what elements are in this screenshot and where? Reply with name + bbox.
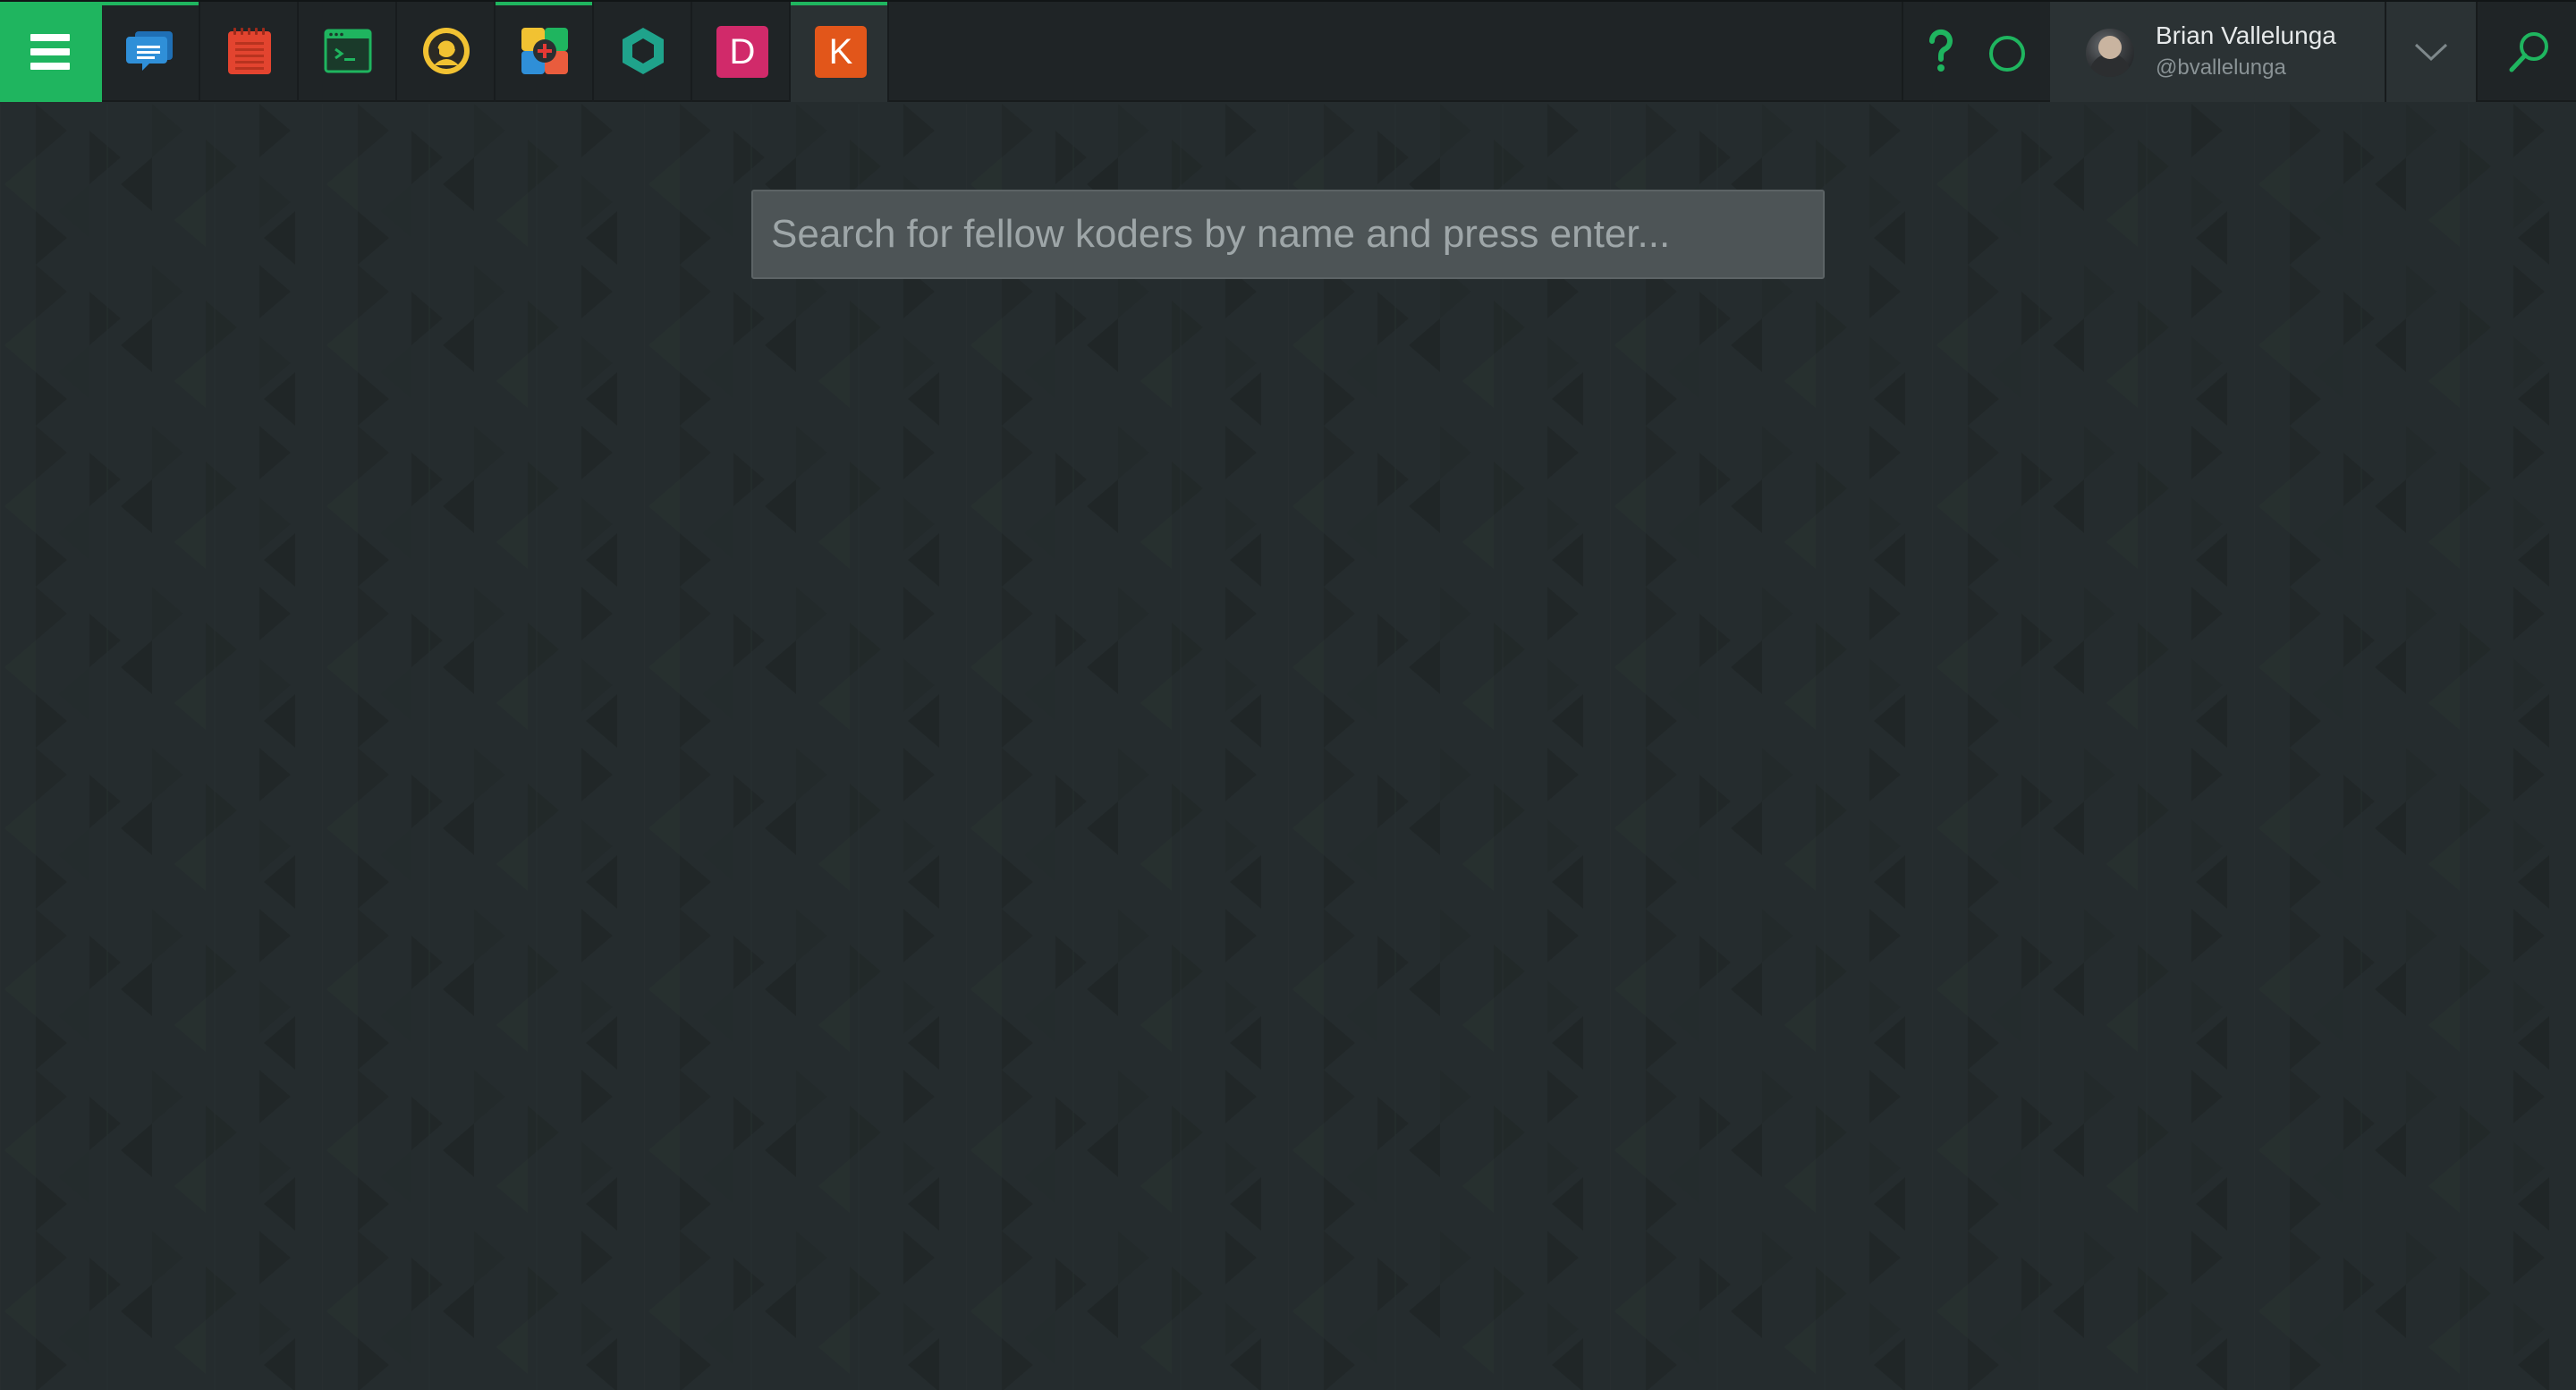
colorful-plus-icon bbox=[521, 28, 568, 74]
chat-bubble-icon bbox=[126, 31, 173, 71]
avatar bbox=[2086, 29, 2134, 77]
app-tab-support[interactable] bbox=[397, 2, 496, 102]
help-button[interactable] bbox=[1916, 23, 1966, 81]
app-tab-k[interactable]: K bbox=[791, 2, 889, 102]
letter-d-icon: D bbox=[716, 26, 768, 78]
notepad-icon bbox=[228, 28, 271, 74]
hexagon-icon bbox=[623, 28, 664, 74]
question-mark-icon bbox=[1928, 29, 1953, 72]
app-tab-notes[interactable] bbox=[200, 2, 299, 102]
app-tab-d[interactable]: D bbox=[692, 2, 791, 102]
terminal-icon bbox=[324, 29, 372, 73]
app-tab-add[interactable] bbox=[496, 2, 594, 102]
app-tab-terminal[interactable] bbox=[299, 2, 397, 102]
divider bbox=[1902, 2, 1903, 102]
letter-k-icon: K bbox=[815, 26, 867, 78]
status-circle-icon bbox=[1989, 36, 2025, 72]
koder-search-input[interactable] bbox=[751, 190, 1825, 279]
main-menu-button[interactable] bbox=[0, 2, 102, 102]
user-name: Brian Vallelunga bbox=[2156, 21, 2336, 49]
user-profile[interactable]: Brian Vallelunga @bvallelunga bbox=[2050, 2, 2385, 102]
user-menu-dropdown-button[interactable] bbox=[2386, 2, 2476, 102]
headset-person-icon bbox=[423, 28, 470, 74]
app-tab-hexagon[interactable] bbox=[594, 2, 692, 102]
background-pattern bbox=[0, 104, 2576, 1390]
search-button[interactable] bbox=[2479, 2, 2576, 102]
app-tab-chat[interactable] bbox=[102, 2, 200, 102]
search-icon bbox=[2509, 32, 2548, 72]
divider bbox=[2476, 2, 2478, 102]
status-button[interactable] bbox=[1987, 34, 2027, 73]
top-bar: D K Brian Vallelunga @bvallelunga bbox=[0, 0, 2576, 102]
user-handle: @bvallelunga bbox=[2156, 55, 2286, 80]
app-root: D K Brian Vallelunga @bvallelunga bbox=[0, 0, 2576, 1390]
chevron-down-icon bbox=[2414, 43, 2448, 62]
